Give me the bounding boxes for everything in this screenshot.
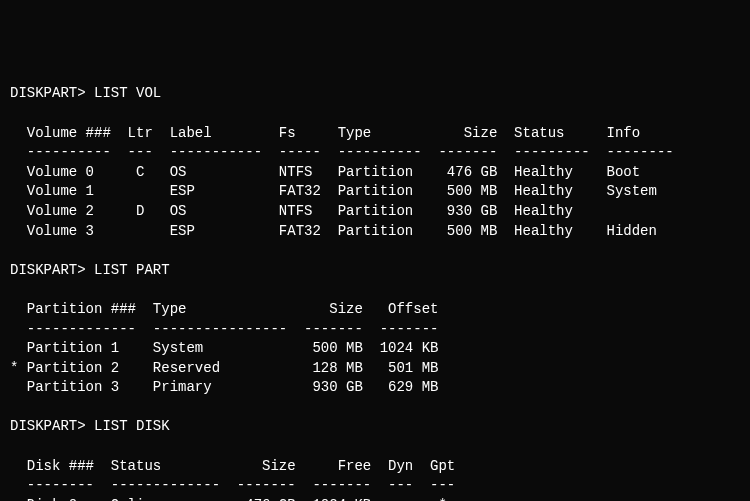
terminal-output[interactable]: DISKPART> LIST VOL Volume ### Ltr Label … (10, 84, 740, 501)
